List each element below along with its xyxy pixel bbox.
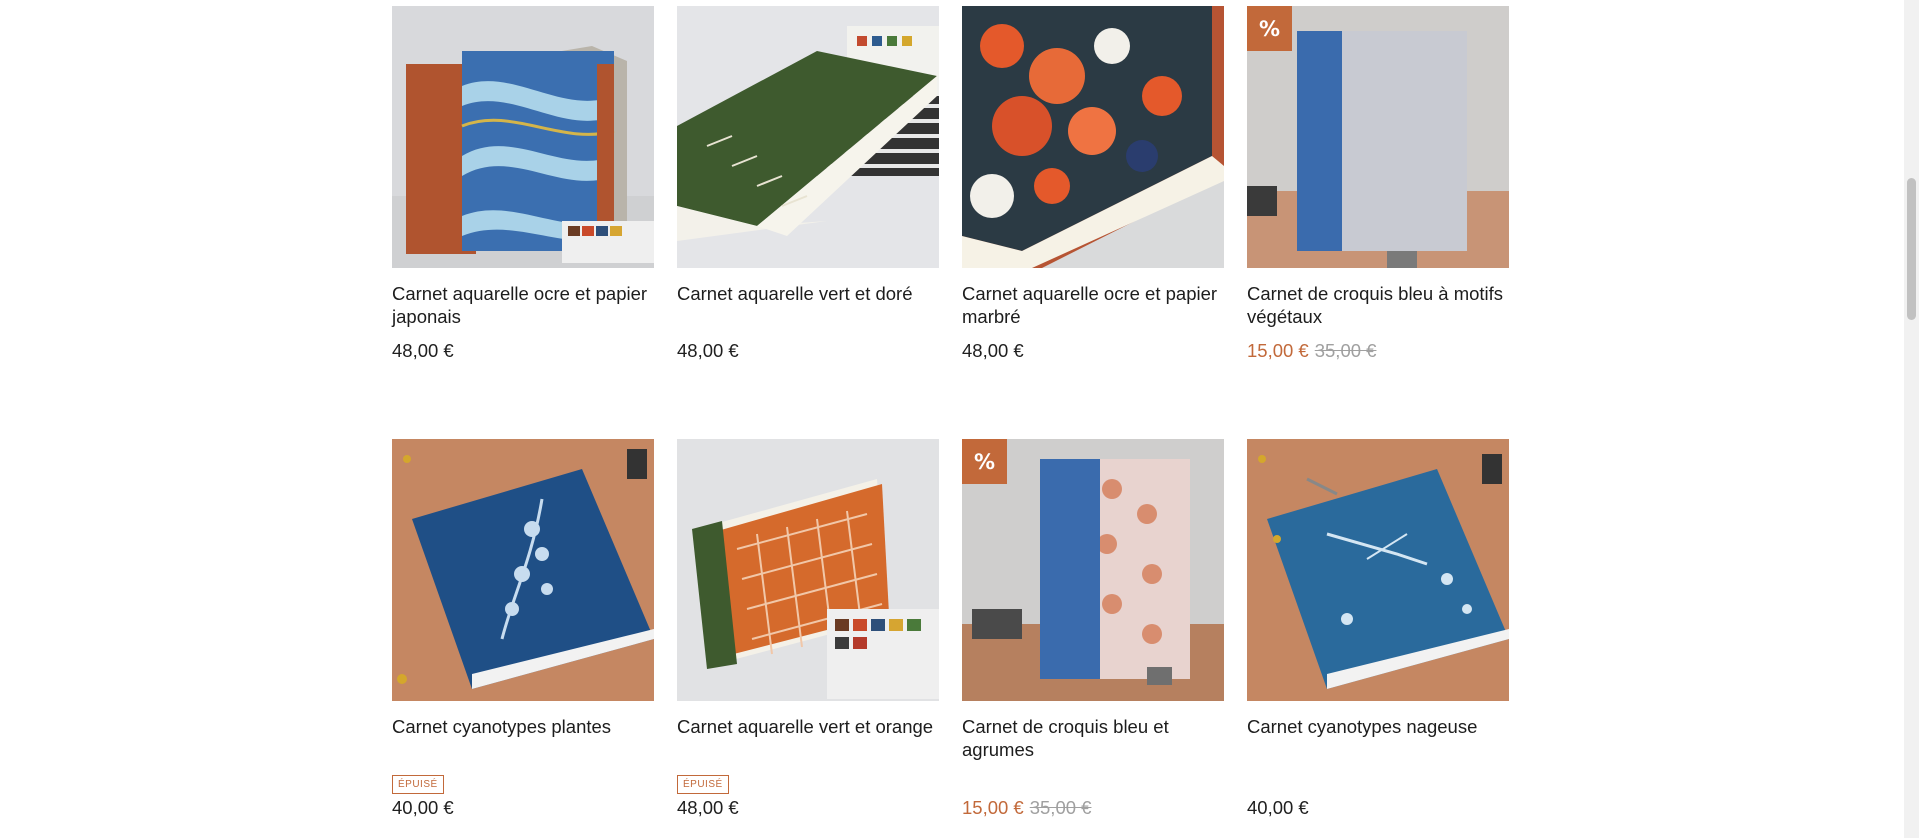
- price-value: 40,00 €: [392, 797, 454, 818]
- product-image[interactable]: [962, 6, 1224, 268]
- product-listing-page: Carnet aquarelle ocre et papier japonais…: [0, 0, 1919, 838]
- product-image[interactable]: [392, 6, 654, 268]
- scrollbar-thumb[interactable]: [1907, 178, 1916, 320]
- price-value: 48,00 €: [677, 797, 739, 818]
- price-value: 48,00 €: [677, 340, 739, 361]
- stock-slot: ÉPUISÉ: [392, 761, 654, 794]
- product-image[interactable]: [1247, 439, 1509, 701]
- sale-badge: %: [1247, 6, 1292, 51]
- price-value: 48,00 €: [962, 340, 1024, 361]
- product-title[interactable]: Carnet aquarelle ocre et papier japonais: [392, 282, 654, 328]
- sale-price: 15,00 €: [962, 797, 1024, 818]
- product-price: 15,00 €35,00 €: [1247, 340, 1509, 362]
- product-price: 48,00 €: [392, 340, 654, 362]
- product-price: 48,00 €: [677, 340, 939, 362]
- product-card[interactable]: Carnet aquarelle vert et doré 48,00 €: [677, 6, 939, 439]
- product-title[interactable]: Carnet aquarelle vert et orange: [677, 715, 939, 761]
- product-title[interactable]: Carnet de croquis bleu et agrumes: [962, 715, 1224, 761]
- sale-price: 15,00 €: [1247, 340, 1309, 361]
- out-of-stock-badge: ÉPUISÉ: [392, 775, 444, 794]
- product-price: 40,00 €: [1247, 797, 1509, 819]
- product-card[interactable]: Carnet aquarelle ocre et papier marbré 4…: [962, 6, 1224, 439]
- product-grid: Carnet aquarelle ocre et papier japonais…: [392, 6, 1510, 838]
- vertical-scrollbar[interactable]: [1904, 0, 1919, 838]
- product-price: 48,00 €: [962, 340, 1224, 362]
- price-value: 48,00 €: [392, 340, 454, 361]
- stock-slot: [1247, 761, 1509, 785]
- product-card[interactable]: Carnet aquarelle ocre et papier japonais…: [392, 6, 654, 439]
- old-price: 35,00 €: [1029, 797, 1092, 818]
- product-card[interactable]: Carnet aquarelle vert et orange ÉPUISÉ 4…: [677, 439, 939, 838]
- product-title[interactable]: Carnet cyanotypes nageuse: [1247, 715, 1509, 761]
- product-image[interactable]: [392, 439, 654, 701]
- out-of-stock-badge: ÉPUISÉ: [677, 775, 729, 794]
- product-image[interactable]: [677, 439, 939, 701]
- product-image[interactable]: [677, 6, 939, 268]
- stock-slot: [962, 761, 1224, 785]
- product-title[interactable]: Carnet de croquis bleu à motifs végétaux: [1247, 282, 1509, 328]
- product-price: 40,00 €: [392, 797, 654, 819]
- price-value: 40,00 €: [1247, 797, 1309, 818]
- product-price: 15,00 €35,00 €: [962, 797, 1224, 819]
- product-image[interactable]: %: [962, 439, 1224, 701]
- product-card[interactable]: % Carnet de croquis bleu à motifs végéta…: [1247, 6, 1509, 439]
- product-card[interactable]: % Carnet de croquis bleu et agrumes 15,0…: [962, 439, 1224, 838]
- product-title[interactable]: Carnet cyanotypes plantes: [392, 715, 654, 761]
- product-card[interactable]: Carnet cyanotypes nageuse 40,00 €: [1247, 439, 1509, 838]
- product-card[interactable]: Carnet cyanotypes plantes ÉPUISÉ 40,00 €: [392, 439, 654, 838]
- product-title[interactable]: Carnet aquarelle ocre et papier marbré: [962, 282, 1224, 328]
- product-price: 48,00 €: [677, 797, 939, 819]
- product-title[interactable]: Carnet aquarelle vert et doré: [677, 282, 939, 328]
- stock-slot: ÉPUISÉ: [677, 761, 939, 794]
- old-price: 35,00 €: [1314, 340, 1377, 361]
- sale-badge: %: [962, 439, 1007, 484]
- product-image[interactable]: %: [1247, 6, 1509, 268]
